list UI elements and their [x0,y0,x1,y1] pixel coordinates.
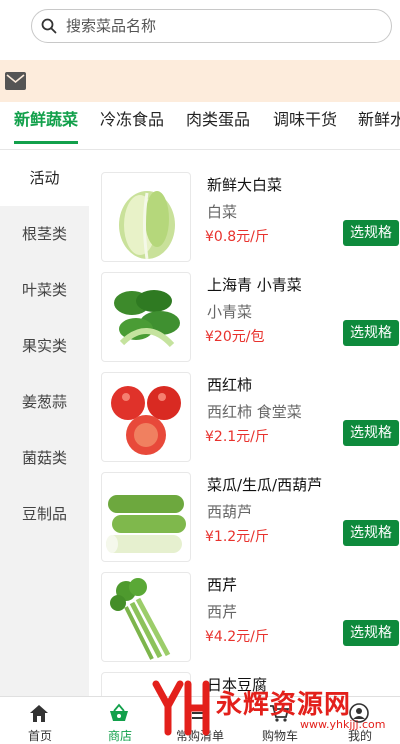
product-name: 西芹 [207,576,238,594]
notice-bar [0,60,400,102]
sidebar-item-label: 姜葱蒜 [21,393,67,411]
select-spec-button[interactable]: 选规格 [343,320,399,346]
zucchini-image [101,472,191,562]
sidebar-item-activity[interactable]: 活动 [0,150,89,206]
product-subtitle: 白菜 [207,203,238,221]
active-tab-underline [14,141,79,144]
product-price: ¥20元/包 [205,329,265,345]
product-card[interactable]: 西红柿 西红柿 食堂菜 ¥2.1元/斤 选规格 [89,350,400,462]
sidebar-item-label: 果实类 [21,337,67,355]
product-name: 西红柿 [207,376,253,394]
sidebar-item-label: 菌菇类 [21,449,67,467]
mail-icon[interactable] [5,72,26,90]
celery-image [101,572,191,662]
product-name: 上海青 小青菜 [207,276,302,294]
tab-fresh-vegetables[interactable]: 新鲜蔬菜 [14,102,79,148]
select-spec-button[interactable]: 选规格 [343,220,399,246]
product-card[interactable]: 菜瓜/生瓜/西葫芦 西葫芦 ¥1.2元/斤 选规格 [89,450,400,562]
search-input[interactable] [66,10,376,42]
sidebar-item-mushroom[interactable]: 菌菇类 [0,430,89,486]
list-icon [192,707,206,719]
user-icon [349,703,369,723]
cart-icon [270,705,290,722]
bok-choy-image [101,272,191,362]
tab-meat-eggs[interactable]: 肉类蛋品 [186,102,250,148]
nav-frequent-list[interactable]: 常购清单 [160,697,240,743]
tomato-image [101,372,191,462]
product-price: ¥4.2元/斤 [205,629,269,645]
sidebar-item-ginger-onion-garlic[interactable]: 姜葱蒜 [0,374,89,430]
sidebar-item-leafy[interactable]: 叶菜类 [0,262,89,318]
search-bar [0,0,400,60]
nav-store[interactable]: 商店 [80,697,160,743]
product-name: 新鲜大白菜 [207,176,283,194]
product-subtitle: 西芹 [207,603,238,621]
product-subtitle: 西红柿 食堂菜 [207,403,302,421]
sidebar-item-soy-products[interactable]: 豆制品 [0,486,89,542]
tab-fresh-fruit[interactable]: 新鲜水 [358,102,400,148]
select-spec-button[interactable]: 选规格 [343,620,399,646]
napa-cabbage-image [101,172,191,262]
tab-label: 新鲜水 [358,110,400,129]
bottom-nav: 首页 商店 常购清单 购物车 我的 [0,696,400,743]
category-tabs: 新鲜蔬菜 冷冻食品 肉类蛋品 调味干货 新鲜水 [0,102,400,150]
product-card[interactable]: 上海青 小青菜 小青菜 ¥20元/包 选规格 [89,250,400,362]
product-price: ¥1.2元/斤 [205,529,269,545]
product-card[interactable]: 日本豆腐 [89,650,400,696]
nav-cart[interactable]: 购物车 [240,697,320,743]
nav-home[interactable]: 首页 [0,697,80,743]
sidebar-item-fruit-veg[interactable]: 果实类 [0,318,89,374]
product-card[interactable]: 西芹 西芹 ¥4.2元/斤 选规格 [89,550,400,662]
basket-icon [110,703,128,721]
tab-label: 调味干货 [273,110,338,129]
product-price: ¥2.1元/斤 [205,429,269,445]
home-icon [30,705,48,722]
product-price: ¥0.8元/斤 [205,229,269,245]
sidebar-item-label: 豆制品 [21,505,67,523]
sidebar-item-label: 活动 [29,169,60,187]
product-card[interactable]: 新鲜大白菜 白菜 ¥0.8元/斤 选规格 [89,150,400,262]
tab-label: 肉类蛋品 [186,110,251,129]
tab-label: 新鲜蔬菜 [14,110,79,129]
tab-frozen-food[interactable]: 冷冻食品 [100,102,164,148]
nav-me[interactable]: 我的 [320,697,400,743]
product-name: 菜瓜/生瓜/西葫芦 [207,476,323,494]
tofu-image [101,672,191,696]
sidebar-item-root[interactable]: 根茎类 [0,206,89,262]
sidebar-item-label: 根茎类 [21,225,67,243]
product-subtitle: 小青菜 [207,303,253,321]
search-box[interactable] [31,9,392,43]
sidebar-item-label: 叶菜类 [21,281,67,299]
product-subtitle: 西葫芦 [207,503,253,521]
search-icon [41,18,57,34]
tab-label: 冷冻食品 [100,110,165,129]
select-spec-button[interactable]: 选规格 [343,520,399,546]
product-name: 日本豆腐 [207,676,268,694]
tab-seasoning-dry-goods[interactable]: 调味干货 [273,102,337,148]
select-spec-button[interactable]: 选规格 [343,420,399,446]
product-list: 新鲜大白菜 白菜 ¥0.8元/斤 选规格 上海青 小青菜 小青菜 ¥20元/包 … [89,150,400,696]
subcategory-sidebar: 活动 根茎类 叶菜类 果实类 姜葱蒜 菌菇类 豆制品 [0,150,89,696]
